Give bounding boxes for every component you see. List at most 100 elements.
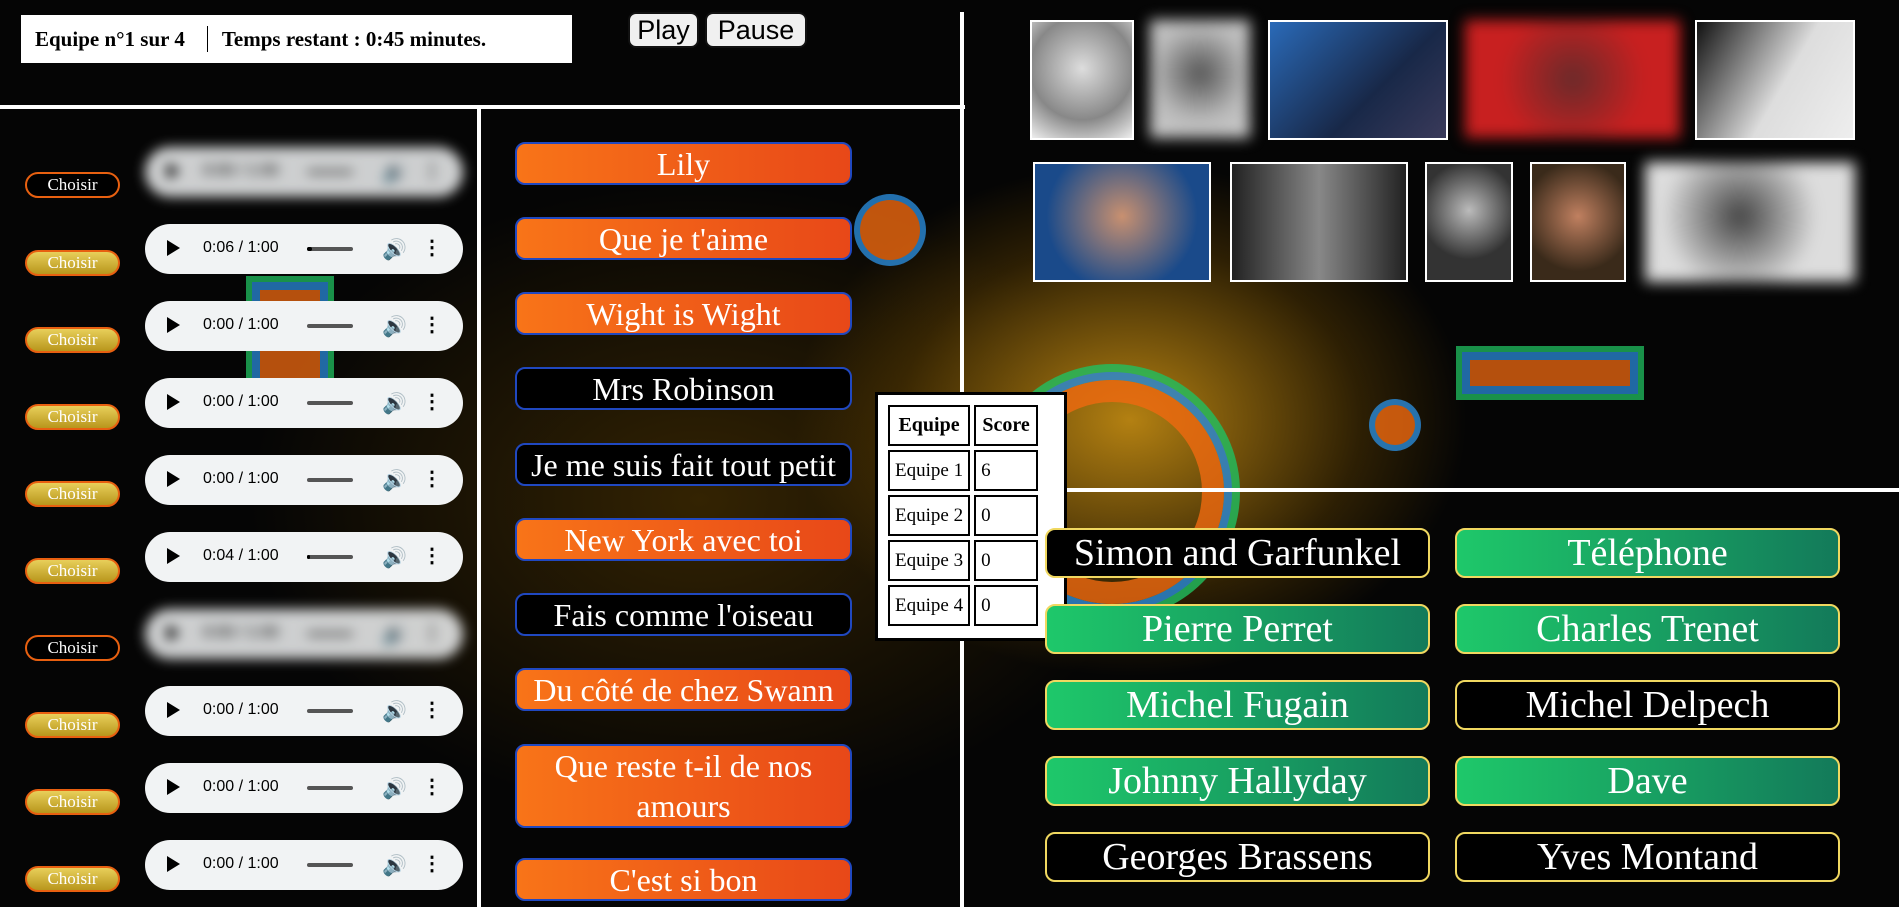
choose-button[interactable]: Choisir bbox=[25, 172, 120, 198]
play-icon[interactable] bbox=[167, 548, 180, 564]
play-icon[interactable] bbox=[167, 394, 180, 410]
choose-button[interactable]: Choisir bbox=[25, 635, 120, 661]
volume-icon[interactable]: 🔊 bbox=[382, 853, 407, 878]
status-bar: Equipe n°1 sur 4 Temps restant : 0:45 mi… bbox=[21, 15, 572, 63]
audio-progress[interactable] bbox=[307, 247, 353, 251]
choose-button[interactable]: Choisir bbox=[25, 327, 120, 353]
song-button[interactable]: Fais comme l'oiseau bbox=[515, 593, 852, 636]
choose-button[interactable]: Choisir bbox=[25, 481, 120, 507]
artist-photo-dave[interactable] bbox=[1695, 20, 1855, 140]
score-value: 0 bbox=[974, 585, 1039, 626]
song-button[interactable]: New York avec toi bbox=[515, 518, 852, 561]
more-icon[interactable]: ⋮ bbox=[422, 235, 442, 260]
audio-progress[interactable] bbox=[307, 709, 353, 713]
artist-button[interactable]: Yves Montand bbox=[1455, 832, 1840, 882]
more-icon[interactable]: ⋮ bbox=[422, 697, 442, 722]
artist-button[interactable]: Simon and Garfunkel bbox=[1045, 528, 1430, 578]
more-icon[interactable]: ⋮ bbox=[422, 312, 442, 337]
song-button[interactable]: Wight is Wight bbox=[515, 292, 852, 335]
choose-button[interactable]: Choisir bbox=[25, 789, 120, 815]
audio-progress[interactable] bbox=[307, 324, 353, 328]
play-button[interactable]: Play bbox=[628, 12, 699, 48]
more-icon[interactable]: ⋮ bbox=[422, 851, 442, 876]
audio-player[interactable]: 0:00 / 1:00 🔊 ⋮ bbox=[145, 301, 463, 351]
choose-button[interactable]: Choisir bbox=[25, 866, 120, 892]
pause-button[interactable]: Pause bbox=[705, 12, 807, 48]
score-value: 0 bbox=[974, 540, 1039, 581]
artist-photo-hidden-2[interactable] bbox=[1465, 20, 1680, 138]
song-button[interactable]: Que je t'aime bbox=[515, 217, 852, 260]
more-icon[interactable]: ⋮ bbox=[422, 389, 442, 414]
audio-progress[interactable] bbox=[307, 401, 353, 405]
audio-progress[interactable] bbox=[307, 786, 353, 790]
volume-icon[interactable]: 🔊 bbox=[382, 160, 407, 185]
audio-player[interactable]: 0:00 / 1:00 🔊 ⋮ bbox=[145, 147, 463, 197]
more-icon[interactable]: ⋮ bbox=[422, 774, 442, 799]
play-icon[interactable] bbox=[167, 471, 180, 487]
artist-photo-hidden-3[interactable] bbox=[1645, 162, 1855, 282]
play-icon[interactable] bbox=[167, 625, 180, 641]
artist-photo-hidden-1[interactable] bbox=[1150, 20, 1250, 138]
play-icon[interactable] bbox=[167, 702, 180, 718]
artist-photo-perret[interactable] bbox=[1530, 162, 1626, 282]
audio-player[interactable]: 0:00 / 1:00 🔊 ⋮ bbox=[145, 686, 463, 736]
volume-icon[interactable]: 🔊 bbox=[382, 391, 407, 416]
audio-progress[interactable] bbox=[307, 478, 353, 482]
more-icon[interactable]: ⋮ bbox=[422, 466, 442, 491]
artist-button[interactable]: Dave bbox=[1455, 756, 1840, 806]
choose-button[interactable]: Choisir bbox=[25, 558, 120, 584]
artist-photo-telephone[interactable] bbox=[1268, 20, 1448, 140]
artist-button[interactable]: Pierre Perret bbox=[1045, 604, 1430, 654]
logo-z-decoration bbox=[1470, 360, 1630, 386]
play-icon[interactable] bbox=[167, 240, 180, 256]
more-icon[interactable]: ⋮ bbox=[422, 158, 442, 183]
audio-progress[interactable] bbox=[307, 863, 353, 867]
volume-icon[interactable]: 🔊 bbox=[382, 545, 407, 570]
artist-photo-brassens[interactable] bbox=[1030, 20, 1134, 140]
score-header-team: Equipe bbox=[888, 405, 971, 446]
play-icon[interactable] bbox=[167, 163, 180, 179]
artist-photo-trenet[interactable] bbox=[1425, 162, 1513, 282]
audio-player[interactable]: 0:00 / 1:00 🔊 ⋮ bbox=[145, 609, 463, 659]
volume-icon[interactable]: 🔊 bbox=[382, 314, 407, 339]
audio-time: 0:00 / 1:00 bbox=[203, 393, 279, 410]
audio-progress[interactable] bbox=[307, 170, 353, 174]
audio-player[interactable]: 0:00 / 1:00 🔊 ⋮ bbox=[145, 455, 463, 505]
song-button[interactable]: Mrs Robinson bbox=[515, 367, 852, 410]
more-icon[interactable]: ⋮ bbox=[422, 543, 442, 568]
audio-player[interactable]: 0:06 / 1:00 🔊 ⋮ bbox=[145, 224, 463, 274]
artist-photo-delpech[interactable] bbox=[1230, 162, 1408, 282]
artist-button[interactable]: Michel Delpech bbox=[1455, 680, 1840, 730]
volume-icon[interactable]: 🔊 bbox=[382, 468, 407, 493]
choose-button[interactable]: Choisir bbox=[25, 712, 120, 738]
audio-player[interactable]: 0:04 / 1:00 🔊 ⋮ bbox=[145, 532, 463, 582]
more-icon[interactable]: ⋮ bbox=[422, 620, 442, 645]
artist-photo-hallyday[interactable] bbox=[1033, 162, 1211, 282]
song-button[interactable]: Du côté de chez Swann bbox=[515, 668, 852, 711]
song-button[interactable]: C'est si bon bbox=[515, 858, 852, 901]
song-button[interactable]: Lily bbox=[515, 142, 852, 185]
artist-button[interactable]: Charles Trenet bbox=[1455, 604, 1840, 654]
audio-player[interactable]: 0:00 / 1:00 🔊 ⋮ bbox=[145, 763, 463, 813]
logo-dot-decoration bbox=[860, 200, 920, 260]
song-button[interactable]: Que reste t-il de nos amours bbox=[515, 744, 852, 828]
choose-button[interactable]: Choisir bbox=[25, 250, 120, 276]
artist-button[interactable]: Georges Brassens bbox=[1045, 832, 1430, 882]
volume-icon[interactable]: 🔊 bbox=[382, 622, 407, 647]
choose-button[interactable]: Choisir bbox=[25, 404, 120, 430]
play-icon[interactable] bbox=[167, 856, 180, 872]
audio-player[interactable]: 0:00 / 1:00 🔊 ⋮ bbox=[145, 840, 463, 890]
artist-button[interactable]: Michel Fugain bbox=[1045, 680, 1430, 730]
audio-player[interactable]: 0:00 / 1:00 🔊 ⋮ bbox=[145, 378, 463, 428]
artist-button[interactable]: Téléphone bbox=[1455, 528, 1840, 578]
artist-button[interactable]: Johnny Hallyday bbox=[1045, 756, 1430, 806]
status-separator bbox=[206, 26, 208, 52]
song-button[interactable]: Je me suis fait tout petit bbox=[515, 443, 852, 486]
play-icon[interactable] bbox=[167, 779, 180, 795]
volume-icon[interactable]: 🔊 bbox=[382, 776, 407, 801]
audio-progress[interactable] bbox=[307, 632, 353, 636]
volume-icon[interactable]: 🔊 bbox=[382, 699, 407, 724]
audio-progress[interactable] bbox=[307, 555, 353, 559]
volume-icon[interactable]: 🔊 bbox=[382, 237, 407, 262]
play-icon[interactable] bbox=[167, 317, 180, 333]
